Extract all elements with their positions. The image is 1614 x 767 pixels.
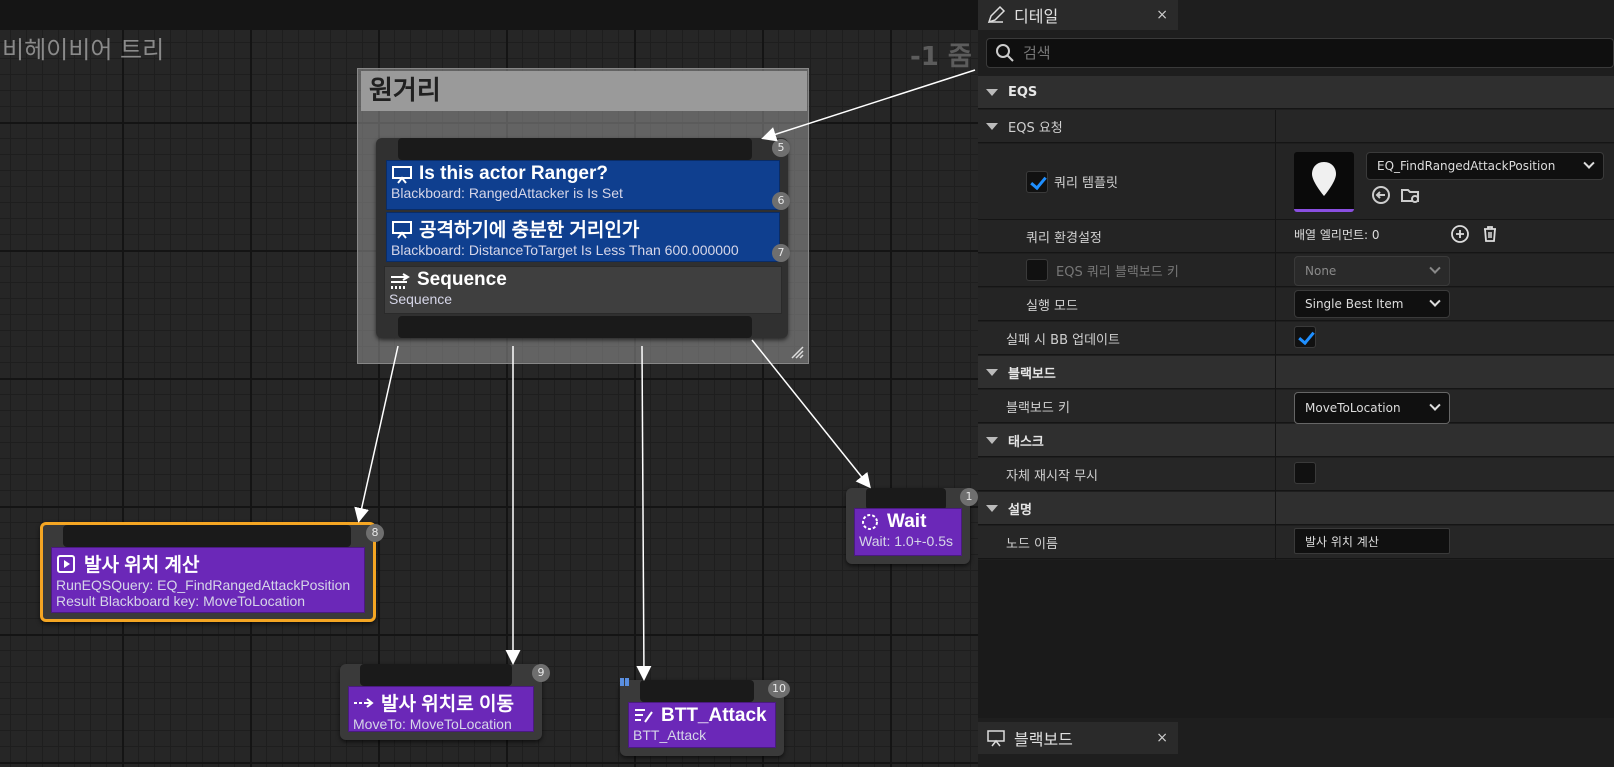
wire-to-attack: [636, 345, 652, 681]
use-selected-asset-icon[interactable]: [1370, 184, 1392, 206]
query-template-value: EQ_FindRangedAttackPosition: [1377, 159, 1556, 173]
graph-wires: [354, 69, 976, 681]
search-box[interactable]: [986, 38, 1614, 68]
column-divider[interactable]: [1275, 110, 1276, 560]
section-eqs[interactable]: EQS: [978, 76, 1614, 109]
chevron-down-icon: [1429, 295, 1441, 307]
collapse-arrow-icon[interactable]: [986, 504, 998, 512]
node-name-input[interactable]: 발사 위치 계산: [1294, 528, 1450, 554]
eqs-bb-key-dropdown[interactable]: None: [1294, 256, 1450, 286]
section-description-label: 설명: [1008, 502, 1032, 518]
blackboard-key-dropdown[interactable]: MoveToLocation: [1294, 392, 1450, 424]
details-empty-area: [978, 560, 1614, 718]
chevron-down-icon: [1429, 262, 1441, 274]
query-config-label: 쿼리 환경설정: [1026, 230, 1102, 246]
node-name-value: 발사 위치 계산: [1305, 534, 1379, 549]
blackboard-key-label: 블랙보드 키: [1006, 400, 1070, 416]
blackboard-panel: [978, 754, 1614, 767]
update-bb-on-fail-checkbox[interactable]: [1294, 326, 1316, 348]
close-details-icon[interactable]: ×: [1156, 7, 1168, 23]
collapse-arrow-icon[interactable]: [986, 88, 998, 96]
node-name-label: 노드 이름: [1006, 536, 1058, 552]
chevron-down-icon: [1583, 157, 1595, 169]
section-eqs-label: EQS: [1008, 84, 1038, 100]
run-mode-dropdown[interactable]: Single Best Item: [1294, 290, 1450, 318]
section-eqs-request-label: EQS 요청: [1008, 120, 1063, 136]
query-template-checkbox[interactable]: [1026, 170, 1048, 193]
ignore-restart-self-label: 자체 재시작 무시: [1006, 468, 1098, 484]
eqs-bb-key-value: None: [1305, 264, 1337, 278]
section-blackboard-label: 블랙보드: [1008, 366, 1056, 382]
search-input[interactable]: [1023, 44, 1583, 62]
pencil-icon: [987, 5, 1006, 24]
details-panel: 디테일 × EQS EQS 요청 쿼리 템플릿 쿼리 환경설정 EQS 쿼리 블…: [978, 0, 1614, 767]
query-config-value: 배열 엘리먼트: 0: [1294, 228, 1380, 242]
search-icon: [996, 44, 1014, 62]
details-tab[interactable]: 디테일 ×: [978, 0, 1178, 30]
behavior-tree-graph[interactable]: 비헤이비어 트리 -1 줌 원거리 Is this actor Ranger? …: [0, 0, 978, 767]
section-task[interactable]: 태스크: [978, 424, 1614, 457]
close-blackboard-icon[interactable]: ×: [1156, 730, 1168, 746]
add-element-icon[interactable]: [1450, 224, 1470, 244]
wire-parent-selector: [761, 69, 976, 142]
eqs-bb-key-label: EQS 쿼리 블랙보드 키: [1056, 264, 1179, 280]
browse-asset-icon[interactable]: [1400, 184, 1422, 206]
blackboard-tab[interactable]: 블랙보드 ×: [978, 722, 1178, 754]
query-template-label: 쿼리 템플릿: [1054, 176, 1118, 191]
section-task-label: 태스크: [1008, 434, 1044, 450]
eqs-bb-key-checkbox[interactable]: [1026, 259, 1048, 281]
collapse-arrow-icon[interactable]: [986, 436, 998, 444]
collapse-arrow-icon[interactable]: [986, 368, 998, 376]
blackboard-icon: [987, 730, 1005, 747]
delete-icon[interactable]: [1480, 224, 1500, 244]
update-bb-on-fail-label: 실패 시 BB 업데이트: [1006, 332, 1120, 348]
section-description[interactable]: 설명: [978, 492, 1614, 525]
details-tab-label: 디테일: [1014, 7, 1059, 26]
section-blackboard[interactable]: 블랙보드: [978, 356, 1614, 389]
asset-thumbnail[interactable]: [1294, 152, 1354, 212]
query-template-dropdown[interactable]: EQ_FindRangedAttackPosition: [1366, 152, 1604, 180]
ignore-restart-self-checkbox[interactable]: [1294, 462, 1316, 484]
eqs-asset-icon: [1312, 162, 1336, 196]
blackboard-key-value: MoveToLocation: [1305, 401, 1401, 415]
section-eqs-request[interactable]: EQS 요청: [978, 110, 1614, 143]
collapse-arrow-icon[interactable]: [986, 122, 998, 130]
wire-to-eqs: [354, 345, 399, 523]
chevron-down-icon: [1429, 399, 1441, 411]
wire-to-wait: [751, 339, 871, 489]
run-mode-value: Single Best Item: [1305, 297, 1404, 311]
run-mode-label: 실행 모드: [1026, 298, 1078, 314]
blackboard-tab-label: 블랙보드: [1014, 730, 1073, 749]
